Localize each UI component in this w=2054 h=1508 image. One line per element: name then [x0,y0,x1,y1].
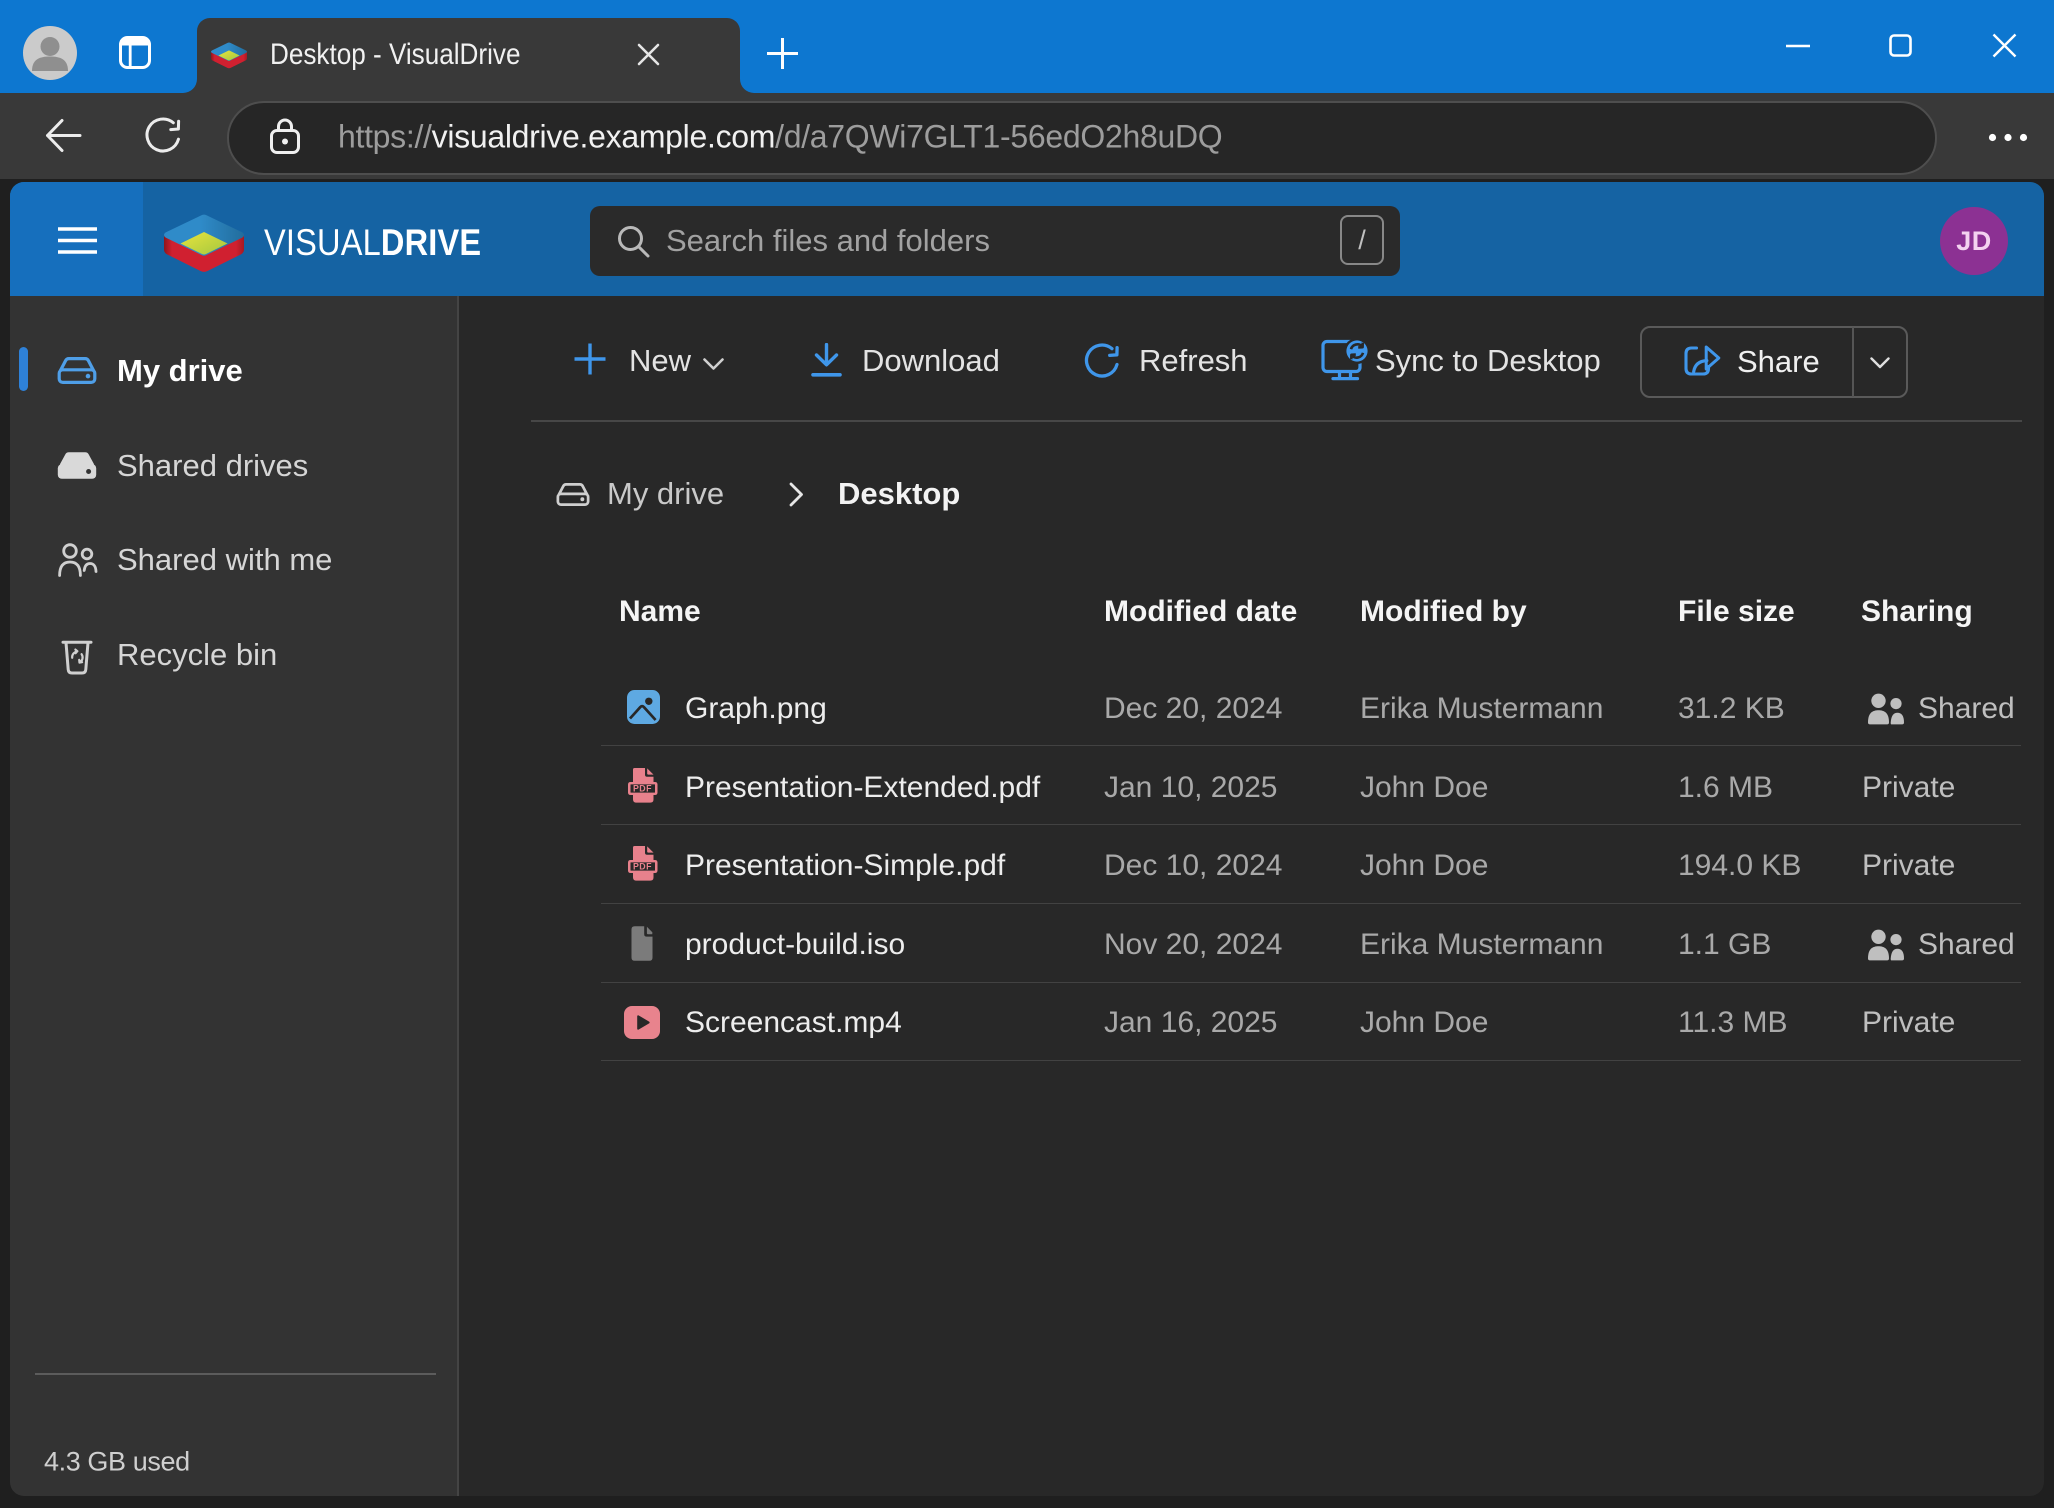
svg-text:PDF: PDF [633,783,652,793]
svg-text:PDF: PDF [633,861,652,871]
